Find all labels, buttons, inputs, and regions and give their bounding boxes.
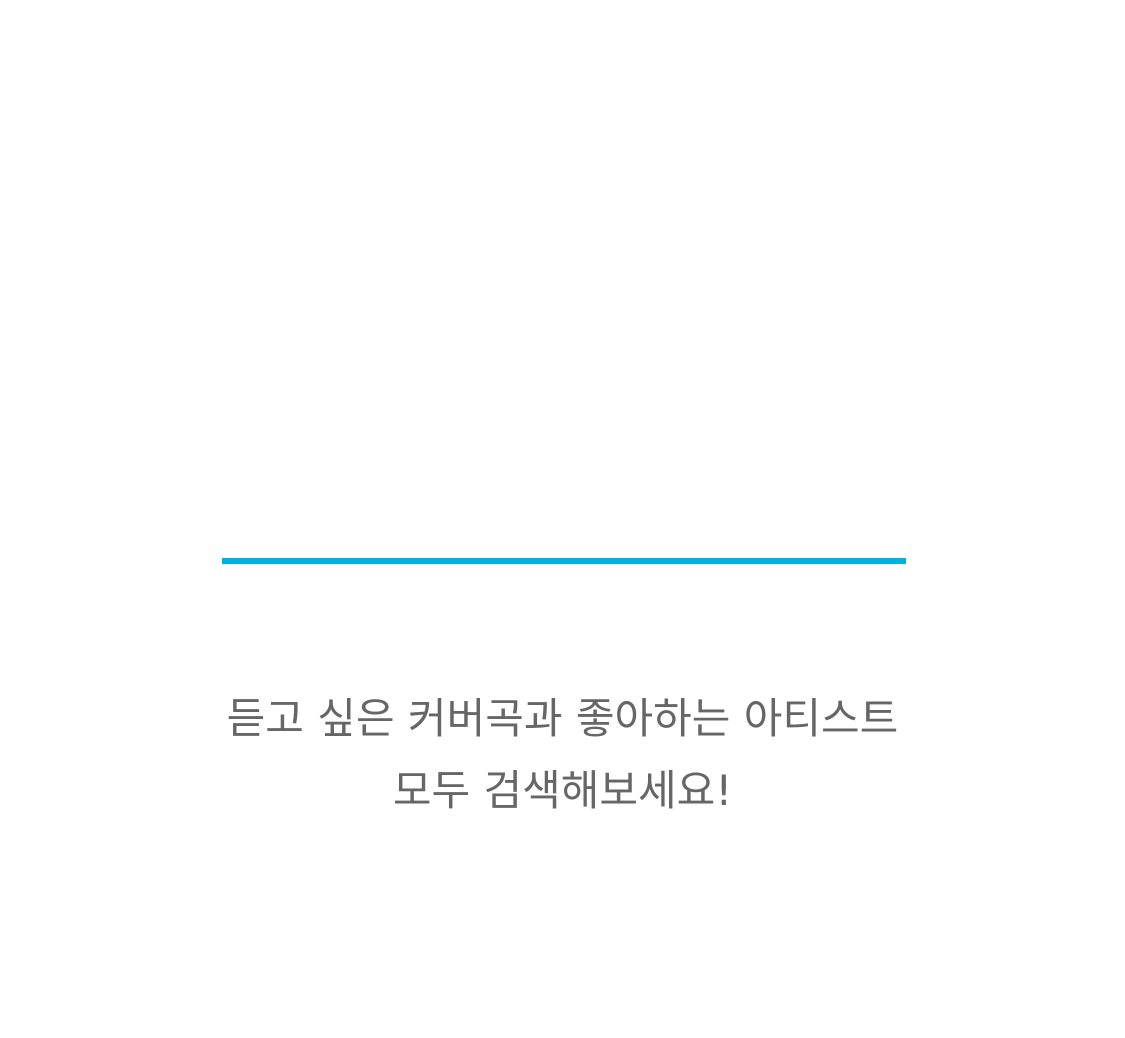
empty-message-line-2: 모두 검색해보세요! [392, 766, 733, 815]
search-input-underline[interactable] [222, 558, 906, 564]
empty-message-line-1: 듣고 싶은 커버곡과 좋아하는 아티스트 [226, 694, 899, 743]
search-empty-message: 듣고 싶은 커버곡과 좋아하는 아티스트 모두 검색해보세요! [0, 683, 1125, 827]
